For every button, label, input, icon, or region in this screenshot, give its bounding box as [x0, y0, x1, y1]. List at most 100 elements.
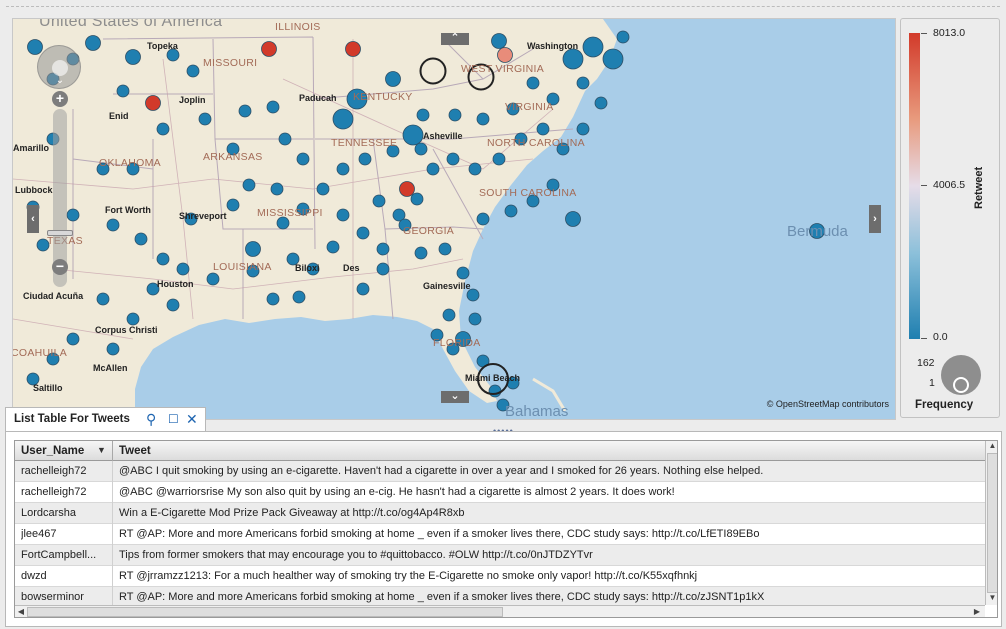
tweet-marker[interactable] [156, 122, 170, 136]
zoom-out-button[interactable]: − [52, 259, 68, 275]
tweet-marker[interactable] [468, 312, 482, 326]
tweet-marker[interactable] [296, 152, 310, 166]
expand-right-button[interactable]: › [869, 205, 881, 233]
tweet-marker[interactable] [376, 262, 390, 276]
tweet-marker[interactable] [414, 142, 428, 156]
tweet-marker[interactable] [372, 194, 386, 208]
tweet-marker[interactable] [497, 47, 513, 63]
table-row[interactable]: rachelleigh72 @ABC I quit smoking by usin… [15, 461, 985, 482]
tweet-marker[interactable] [492, 152, 506, 166]
tweet-marker[interactable] [156, 252, 170, 266]
column-header-user-name[interactable]: User_Name [21, 445, 84, 457]
tweet-marker[interactable] [476, 112, 490, 126]
tweet-marker[interactable] [336, 208, 350, 222]
tweet-marker[interactable] [345, 41, 361, 57]
tweet-marker[interactable] [356, 226, 370, 240]
tweet-marker[interactable] [245, 241, 261, 257]
table-row[interactable]: rachelleigh72 @ABC @warriorsrise My son a… [15, 482, 985, 503]
tweet-marker[interactable] [491, 33, 507, 49]
tweet-marker[interactable] [456, 266, 470, 280]
tweet-marker[interactable] [145, 95, 161, 111]
column-header-tweet[interactable]: Tweet [119, 445, 151, 457]
tweet-marker[interactable] [526, 76, 540, 90]
tweet-marker[interactable] [126, 312, 140, 326]
tweet-marker[interactable] [536, 122, 550, 136]
tweet-marker[interactable] [116, 84, 130, 98]
horizontal-scrollbar[interactable]: ◀ ▶ [15, 605, 985, 617]
scroll-right-icon[interactable]: ▶ [971, 606, 983, 617]
tweet-marker[interactable] [410, 192, 424, 206]
tweet-marker[interactable] [358, 152, 372, 166]
tweet-marker[interactable] [504, 204, 518, 218]
tweet-marker[interactable] [326, 240, 340, 254]
tweet-marker[interactable] [266, 292, 280, 306]
pan-control[interactable]: ⌄ [37, 45, 81, 89]
table-row[interactable]: jlee467 RT @AP: More and more Americans f… [15, 524, 985, 545]
tweet-marker[interactable] [198, 112, 212, 126]
tweet-marker[interactable] [356, 282, 370, 296]
vertical-scroll-thumb[interactable] [987, 453, 997, 593]
tweet-marker[interactable] [376, 242, 390, 256]
tweet-marker[interactable] [238, 104, 252, 118]
horizontal-scroll-thumb[interactable] [27, 607, 503, 617]
tweet-marker[interactable] [261, 41, 277, 57]
tweet-marker[interactable] [416, 108, 430, 122]
tweet-marker[interactable] [446, 152, 460, 166]
tweet-marker[interactable] [488, 384, 502, 398]
table-row[interactable]: FortCampbell... Tips from former smokers … [15, 545, 985, 566]
tweet-marker[interactable] [134, 232, 148, 246]
tweet-marker[interactable] [385, 71, 401, 87]
tweet-marker[interactable] [278, 132, 292, 146]
expand-up-button[interactable]: ⌃ [441, 33, 469, 45]
expand-left-button[interactable]: ‹ [27, 205, 39, 233]
tweet-marker[interactable] [85, 35, 101, 51]
tweet-marker[interactable] [602, 48, 624, 70]
tweet-marker[interactable] [426, 162, 440, 176]
scroll-up-icon[interactable]: ▲ [986, 441, 997, 453]
pan-center[interactable] [52, 60, 68, 76]
tweet-marker[interactable] [562, 48, 584, 70]
scroll-down-icon[interactable]: ▼ [986, 593, 997, 605]
tweet-marker[interactable] [332, 108, 354, 130]
filter-icon[interactable]: ⚲ [146, 411, 156, 428]
table-row[interactable]: Lordcarsha Win a E-Cigarette Mod Prize Pa… [15, 503, 985, 524]
tweet-marker[interactable] [476, 212, 490, 226]
tweet-marker[interactable] [206, 272, 220, 286]
tweet-marker[interactable] [226, 198, 240, 212]
tweet-marker[interactable] [125, 49, 141, 65]
maximize-icon[interactable]: ☐ [168, 412, 179, 426]
tweet-marker[interactable] [448, 108, 462, 122]
tweet-marker[interactable] [270, 182, 284, 196]
tweet-marker[interactable] [266, 100, 280, 114]
expand-down-button[interactable]: ⌄ [441, 391, 469, 403]
tweet-marker[interactable] [576, 122, 590, 136]
tweet-marker[interactable] [176, 262, 190, 276]
scroll-left-icon[interactable]: ◀ [15, 606, 27, 617]
vertical-scrollbar[interactable]: ▲ ▼ [985, 441, 997, 605]
tweet-marker[interactable] [242, 178, 256, 192]
tweet-marker[interactable] [582, 36, 604, 58]
tweet-marker[interactable] [402, 124, 424, 146]
table-row[interactable]: dwzd RT @jrramzz1213: For a much healther… [15, 566, 985, 587]
tweet-marker[interactable] [166, 298, 180, 312]
map-view[interactable]: United States of America ILLINOIS MISSOU… [12, 18, 896, 420]
tweet-marker[interactable] [468, 162, 482, 176]
tweet-marker[interactable] [594, 96, 608, 110]
zoom-slider-handle[interactable] [47, 230, 73, 236]
table-tab[interactable]: List Table For Tweets ⚲ ☐ ✕ [5, 407, 206, 431]
zoom-in-button[interactable]: + [52, 91, 68, 107]
tweet-marker[interactable] [27, 39, 43, 55]
tweet-marker[interactable] [106, 342, 120, 356]
tweet-marker[interactable] [336, 162, 350, 176]
tweet-marker[interactable] [66, 332, 80, 346]
tweet-marker[interactable] [316, 182, 330, 196]
close-icon[interactable]: ✕ [186, 411, 198, 428]
sort-desc-icon[interactable]: ▼ [97, 445, 106, 455]
tweet-marker[interactable] [292, 290, 306, 304]
tweet-marker[interactable] [186, 64, 200, 78]
tweet-marker[interactable] [576, 76, 590, 90]
tweet-marker[interactable] [106, 218, 120, 232]
tweet-marker[interactable] [66, 208, 80, 222]
tweet-marker[interactable] [616, 30, 630, 44]
tweet-marker[interactable] [438, 242, 452, 256]
